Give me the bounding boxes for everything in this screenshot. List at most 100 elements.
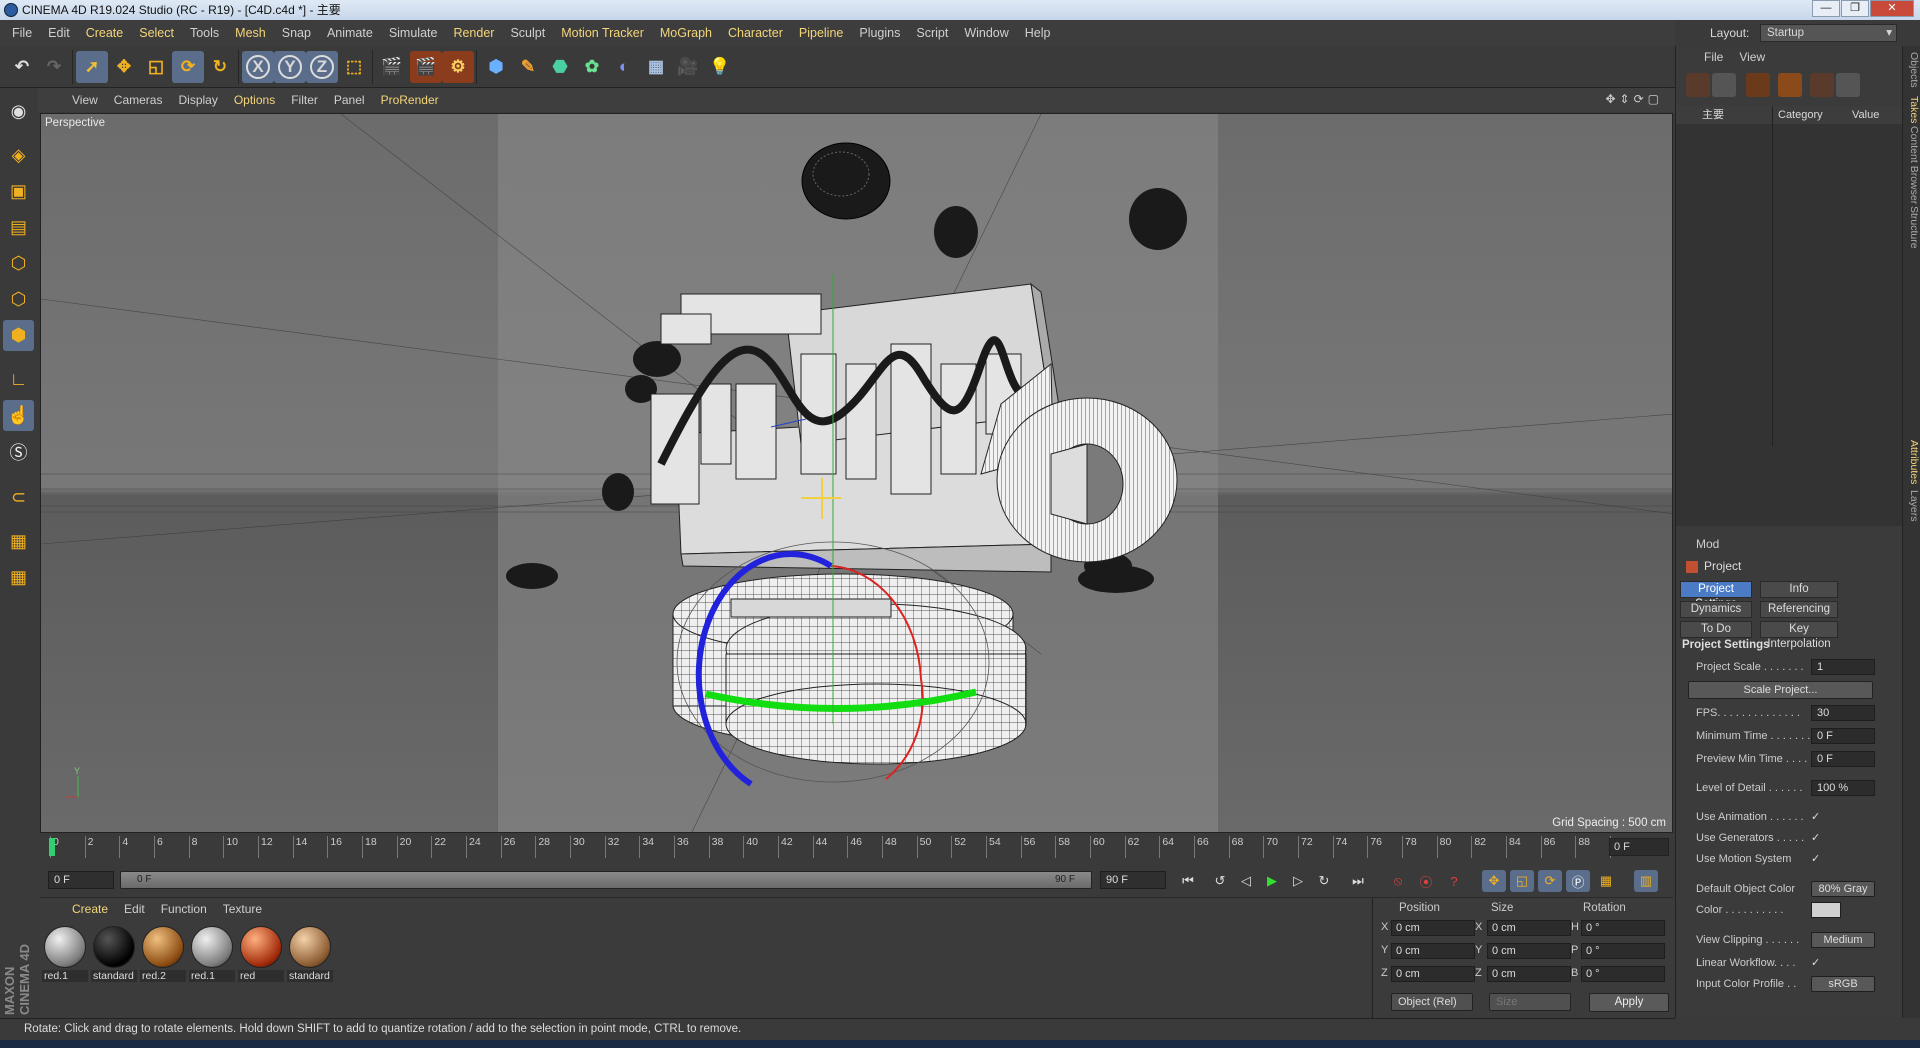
attr-value[interactable]: sRGB	[1811, 976, 1875, 992]
viewport-menu-prorender[interactable]: ProRender	[373, 93, 447, 107]
material-menu-function[interactable]: Function	[153, 902, 215, 916]
y-axis-lock-button[interactable]: Y	[274, 51, 306, 83]
perspective-viewport[interactable]: Perspective Y Grid Spacing : 500 cm	[40, 113, 1673, 833]
material-swatch[interactable]: standard	[287, 924, 333, 984]
viewport-menu-cameras[interactable]: Cameras	[106, 93, 171, 107]
edges-mode-icon[interactable]: ⬡	[3, 284, 34, 315]
key-parameter-icon[interactable]: Ⓟ	[1566, 870, 1590, 892]
deformer-icon[interactable]: ◐	[608, 51, 640, 83]
key-pla-icon[interactable]: ▦	[1594, 870, 1618, 892]
side-tab-structure[interactable]: Structure	[1904, 206, 1920, 249]
rotate-icon[interactable]: ⟳	[172, 51, 204, 83]
color-swatch[interactable]	[1811, 902, 1841, 918]
viewport-menu-panel[interactable]: Panel	[326, 93, 373, 107]
redo-icon[interactable]: ↷	[38, 51, 70, 83]
menu-animate[interactable]: Animate	[319, 26, 381, 40]
go-to-prev-key-icon[interactable]: ↺	[1208, 870, 1232, 892]
coord-pos-field[interactable]: 0 cm	[1391, 966, 1475, 982]
scale-icon[interactable]: ◱	[140, 51, 172, 83]
menu-select[interactable]: Select	[131, 26, 182, 40]
side-tab-content-browser[interactable]: Content Browser	[1904, 126, 1920, 204]
attr-value[interactable]: Medium	[1811, 932, 1875, 948]
cube-icon[interactable]: ⬢	[480, 51, 512, 83]
menu-help[interactable]: Help	[1017, 26, 1059, 40]
light-icon[interactable]: 💡	[704, 51, 736, 83]
material-swatch[interactable]: red	[238, 924, 284, 984]
snap-icon[interactable]: Ⓢ	[3, 436, 34, 467]
recent-tool-icon[interactable]: ↻	[204, 51, 236, 83]
menu-window[interactable]: Window	[956, 26, 1016, 40]
menu-create[interactable]: Create	[78, 26, 132, 40]
tweak-mode-icon[interactable]: ☝	[3, 400, 34, 431]
coord-pos-field[interactable]: 0 cm	[1391, 943, 1475, 959]
attr-tab-key-interpolation[interactable]: Key Interpolation	[1760, 621, 1838, 650]
coord-pos-field[interactable]: 0 cm	[1391, 920, 1475, 936]
key-rotation-icon[interactable]: ⟳	[1538, 870, 1562, 892]
viewport-menu-display[interactable]: Display	[170, 93, 225, 107]
viewport-menu-view[interactable]: View	[64, 93, 106, 107]
render-picture-viewer-icon[interactable]: 🎬	[410, 51, 442, 83]
move-icon[interactable]: ✥	[108, 51, 140, 83]
attr-checkbox[interactable]: ✓	[1811, 957, 1823, 969]
material-swatch[interactable]: red.1	[189, 924, 235, 984]
timeline-ruler[interactable]: 0 2 4 6 8 10 12 14 16 18 20 22 24 26 28 30 32 34 36 38 40 42 4…	[40, 834, 1673, 860]
menu-snap[interactable]: Snap	[274, 26, 319, 40]
apply-button[interactable]: Apply	[1589, 993, 1669, 1012]
material-menu-texture[interactable]: Texture	[215, 902, 270, 916]
lock-take-icon[interactable]	[1836, 73, 1860, 97]
side-tab-takes[interactable]: Takes	[1904, 96, 1920, 123]
menu-character[interactable]: Character	[720, 26, 791, 40]
undo-icon[interactable]: ↶	[6, 51, 38, 83]
attr-checkbox[interactable]: ✓	[1811, 853, 1823, 865]
render-view-icon[interactable]: 🎬	[376, 51, 408, 83]
menu-tools[interactable]: Tools	[182, 26, 227, 40]
scale-project-button[interactable]: Scale Project...	[1688, 681, 1873, 699]
attr-tab-to-do[interactable]: To Do	[1680, 621, 1752, 638]
coord-size-field[interactable]: 0 cm	[1487, 920, 1571, 936]
go-to-end-icon[interactable]: ⏭	[1346, 870, 1370, 892]
coord-rot-field[interactable]: 0 °	[1581, 966, 1665, 982]
add-take-icon[interactable]	[1686, 73, 1710, 97]
live-selection-icon[interactable]: ➚	[76, 51, 108, 83]
close-button[interactable]: ✕	[1870, 0, 1914, 17]
menu-simulate[interactable]: Simulate	[381, 26, 446, 40]
go-to-start-icon[interactable]: ⏮	[1176, 870, 1200, 892]
coord-rot-field[interactable]: 0 °	[1581, 920, 1665, 936]
attr-checkbox[interactable]: ✓	[1811, 832, 1823, 844]
attr-tab-info[interactable]: Info	[1760, 581, 1838, 598]
objects-file-menu[interactable]: File	[1696, 50, 1731, 64]
lock-workplane-icon[interactable]: ▦	[3, 526, 34, 557]
attr-value[interactable]: 30	[1811, 705, 1875, 721]
coord-rot-field[interactable]: 0 °	[1581, 943, 1665, 959]
size-mode-select[interactable]: Size	[1489, 993, 1571, 1011]
attr-value[interactable]: 1	[1811, 659, 1875, 675]
key-position-icon[interactable]: ✥	[1482, 870, 1506, 892]
minimize-button[interactable]: —	[1812, 0, 1840, 17]
floor-icon[interactable]: ▦	[640, 51, 672, 83]
coord-size-field[interactable]: 0 cm	[1487, 943, 1571, 959]
attr-value[interactable]: 80% Gray	[1811, 881, 1875, 897]
viewport-menu-filter[interactable]: Filter	[283, 93, 326, 107]
workplane-icon[interactable]: ▤	[3, 212, 34, 243]
planar-workplane-icon[interactable]: ▦	[3, 562, 34, 593]
prev-frame-icon[interactable]: ◁	[1234, 870, 1258, 892]
side-tab-attributes[interactable]: Attributes	[1904, 440, 1920, 484]
menu-mesh[interactable]: Mesh	[227, 26, 274, 40]
coordinate-mode-select[interactable]: Object (Rel)	[1391, 993, 1473, 1011]
attr-value[interactable]: 100 %	[1811, 780, 1875, 796]
timeline-window-icon[interactable]: ▥	[1634, 870, 1658, 892]
axis-mode-icon[interactable]: ∟	[3, 364, 34, 395]
menu-plugins[interactable]: Plugins	[851, 26, 908, 40]
attr-mode-menu[interactable]: Mod	[1696, 537, 1719, 551]
material-menu-edit[interactable]: Edit	[116, 902, 153, 916]
coord-size-field[interactable]: 0 cm	[1487, 966, 1571, 982]
side-tab-layers[interactable]: Layers	[1904, 490, 1920, 522]
z-axis-lock-button[interactable]: Z	[306, 51, 338, 83]
x-axis-lock-button[interactable]: X	[242, 51, 274, 83]
override-icon[interactable]	[1746, 73, 1770, 97]
render-settings-icon[interactable]: ⚙	[442, 51, 474, 83]
points-mode-icon[interactable]: ⬡	[3, 248, 34, 279]
preview-range-slider[interactable]: 0 F 90 F	[120, 871, 1092, 889]
go-to-next-key-icon[interactable]: ↻	[1312, 870, 1336, 892]
attr-value[interactable]: 0 F	[1811, 728, 1875, 744]
